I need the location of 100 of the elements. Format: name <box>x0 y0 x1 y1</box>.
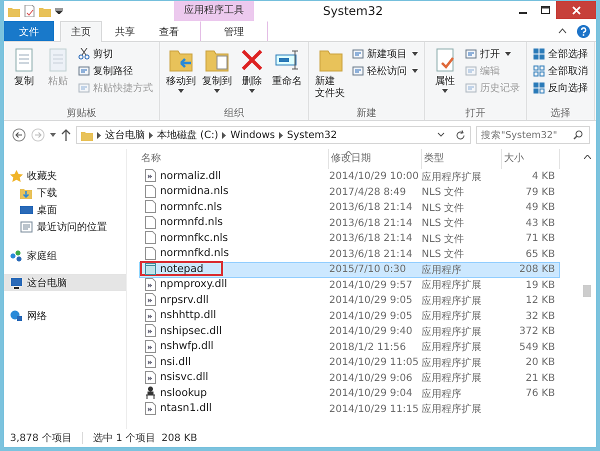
file-row[interactable]: nshhttp.dll 2014/10/29 9:05 应用程序扩展 32 KB <box>139 308 560 324</box>
column-header[interactable]: 类型 <box>422 149 502 169</box>
file-type-cell-text: 应用程序扩展 <box>422 356 483 370</box>
modified-date-cell-text: 2018/1/2 11:56 <box>329 342 408 353</box>
file-type-cell-text: NLS 文件 <box>422 216 466 230</box>
file-row[interactable]: notepad 2015/7/10 0:30 应用程序 208 KB <box>139 262 560 278</box>
file-size-cell-text: 372 KB <box>518 326 556 338</box>
file-name: nsisvc.dll <box>160 371 208 384</box>
file-name: nsi.dll <box>160 356 191 368</box>
file-name: normnfd.nls <box>160 216 223 228</box>
file-row[interactable]: normaliz.dll 2014/10/29 10:00 应用程序扩展 4 KB <box>139 169 560 184</box>
modified-date-cell-text: 2014/10/29 9:57 <box>329 280 414 291</box>
ribbon-group-label: 组织 <box>223 107 245 120</box>
ribbon-tab[interactable]: 查看 <box>148 21 190 41</box>
file-row[interactable]: normnfkc.nls 2013/6/18 21:14 NLS 文件 71 KB <box>139 231 560 246</box>
file-size-cell-text: 19 KB <box>524 280 556 291</box>
address-bar[interactable]: 这台电脑 本地磁盘 (C:) Windows System32 <box>76 126 471 144</box>
file-type-cell-text: 应用程序扩展 <box>422 278 483 292</box>
ribbon-tab[interactable]: 文件 <box>4 21 54 41</box>
navigation-item[interactable]: 桌面 <box>4 201 126 218</box>
modified-date-cell-text: 2014/10/29 10:00 <box>329 171 420 182</box>
selection-count: 选中 1 个项目 <box>92 432 156 445</box>
file-type-cell-text: 应用程序扩展 <box>422 340 483 354</box>
ribbon-button[interactable]: 全部选择 <box>531 46 590 62</box>
modified-date-cell-text: 2014/10/29 9:05 <box>329 295 414 306</box>
selection-size: 208 KB <box>162 432 198 444</box>
ribbon-button[interactable]: 剪切 <box>76 46 155 62</box>
file-size-cell-text: 4 KB <box>531 171 556 182</box>
file-name: npmproxy.dll <box>160 278 228 290</box>
file-row[interactable]: normnfc.nls 2013/6/18 21:14 NLS 文件 49 KB <box>139 200 560 216</box>
file-row[interactable]: nrpsrv.dll 2014/10/29 9:05 应用程序扩展 12 KB <box>139 293 560 308</box>
ribbon-button[interactable]: 反向选择 <box>531 80 590 96</box>
ribbon-button[interactable]: 复制 <box>8 44 40 106</box>
navigation-item[interactable]: 收藏夹 <box>4 167 126 184</box>
file-type-cell-text: 应用程序扩展 <box>422 170 483 184</box>
modified-date-cell-text: 2017/4/28 8:49 <box>329 186 408 198</box>
file-type-cell-text: 应用程序 <box>422 388 463 401</box>
item-count: 3,878 个项目 <box>10 432 72 445</box>
navigation-item[interactable]: 家庭组 <box>4 247 126 264</box>
file-row[interactable]: normnfd.nls 2013/6/18 21:14 NLS 文件 43 KB <box>139 216 560 231</box>
ribbon-group-label: 新建 <box>356 106 378 120</box>
file-name: ntasn1.dll <box>160 402 212 414</box>
file-type-cell-text: NLS 文件 <box>422 202 466 215</box>
ribbon-group-label: 选择 <box>550 106 572 120</box>
modified-date-cell-text: 2015/7/10 0:30 <box>329 264 408 276</box>
ribbon-tab[interactable]: 共享 <box>104 21 146 41</box>
file-name: nshipsec.dll <box>160 324 222 337</box>
file-size-cell-text: 20 KB <box>524 357 556 368</box>
file-name: normaliz.dll <box>160 170 222 182</box>
file-size-cell-text: 43 KB <box>524 218 556 229</box>
navigation-item[interactable]: 网络 <box>4 307 126 324</box>
ribbon-button[interactable]: 轻松访问 <box>350 63 420 79</box>
file-row[interactable]: normidna.nls 2017/4/28 8:49 NLS 文件 79 KB <box>139 184 560 200</box>
file-size-cell-text: 549 KB <box>518 342 556 353</box>
modified-date-cell-text: 2014/10/29 11:15 <box>329 404 420 415</box>
ribbon-button[interactable]: 移动到 <box>164 44 198 106</box>
modified-date-cell-text: 2013/6/18 21:14 <box>329 218 414 229</box>
file-type-cell-text: 应用程序扩展 <box>422 402 483 416</box>
file-row[interactable]: nsisvc.dll 2014/10/29 9:06 应用程序扩展 21 KB <box>139 370 560 386</box>
file-name: nshwfp.dll <box>160 340 214 352</box>
window-title: System32 <box>322 4 384 18</box>
file-row[interactable]: nsi.dll 2014/10/29 11:05 应用程序扩展 20 KB <box>139 355 560 370</box>
file-name: notepad <box>160 262 204 275</box>
column-header[interactable]: 大小 <box>502 149 560 169</box>
file-size-cell-text: 71 KB <box>524 233 556 244</box>
navigation-item[interactable]: 最近访问的位置 <box>4 218 126 235</box>
file-size-cell-text: 79 KB <box>524 186 556 198</box>
navigation-item[interactable]: 下载 <box>4 184 126 201</box>
ribbon-button[interactable]: 重命名 <box>270 44 304 106</box>
ribbon-group-label: 剪贴板 <box>66 106 98 120</box>
search-field[interactable]: 搜索"System32" <box>476 126 590 144</box>
ribbon-tab[interactable]: 管理 <box>200 21 268 41</box>
file-row[interactable]: npmproxy.dll 2014/10/29 9:57 应用程序扩展 19 KB <box>139 278 560 293</box>
file-row[interactable]: nslookup 2014/10/29 9:04 应用程序 76 KB <box>139 386 560 402</box>
file-row[interactable]: nshwfp.dll 2018/1/2 11:56 应用程序扩展 549 KB <box>139 340 560 355</box>
ribbon-button[interactable]: 删除 <box>236 44 268 106</box>
ribbon-button[interactable]: 新建文件夹 <box>313 44 348 106</box>
ribbon-tab[interactable]: 主页 <box>60 21 102 42</box>
ribbon-button[interactable]: 打开 <box>463 46 522 62</box>
ribbon-button[interactable]: 全部取消 <box>531 63 590 79</box>
modified-date-cell-text: 2014/10/29 11:05 <box>329 357 420 368</box>
file-name: nshhttp.dll <box>160 309 216 322</box>
file-type-cell-text: NLS 文件 <box>422 232 466 246</box>
file-type-cell-text: NLS 文件 <box>422 186 466 200</box>
ribbon-button[interactable]: 复制路径 <box>76 63 155 79</box>
file-size-cell-text: 208 KB <box>518 264 556 276</box>
file-type-cell-text: 应用程序扩展 <box>422 326 483 339</box>
file-size-cell-text: 76 KB <box>524 388 556 400</box>
ribbon-button[interactable]: 属性 <box>429 44 461 106</box>
file-name: normnfkd.nls <box>160 247 229 260</box>
modified-date-cell-text: 2013/6/18 21:14 <box>329 233 414 244</box>
file-row[interactable]: ntasn1.dll 2014/10/29 11:15 应用程序扩展 <box>139 402 560 417</box>
navigation-item[interactable]: 这台电脑 <box>4 274 126 291</box>
column-header[interactable]: 修改日期 <box>329 149 422 169</box>
file-row[interactable]: normnfkd.nls 2013/6/18 21:14 NLS 文件 65 KB <box>139 246 560 262</box>
modified-date-cell-text: 2014/10/29 9:05 <box>329 310 414 322</box>
file-row[interactable]: nshipsec.dll 2014/10/29 9:40 应用程序扩展 372 KB <box>139 324 560 340</box>
modified-date-cell-text: 2014/10/29 9:40 <box>329 326 414 338</box>
ribbon-button[interactable]: 复制到 <box>200 44 234 106</box>
ribbon-button[interactable]: 新建项目 <box>350 46 420 62</box>
